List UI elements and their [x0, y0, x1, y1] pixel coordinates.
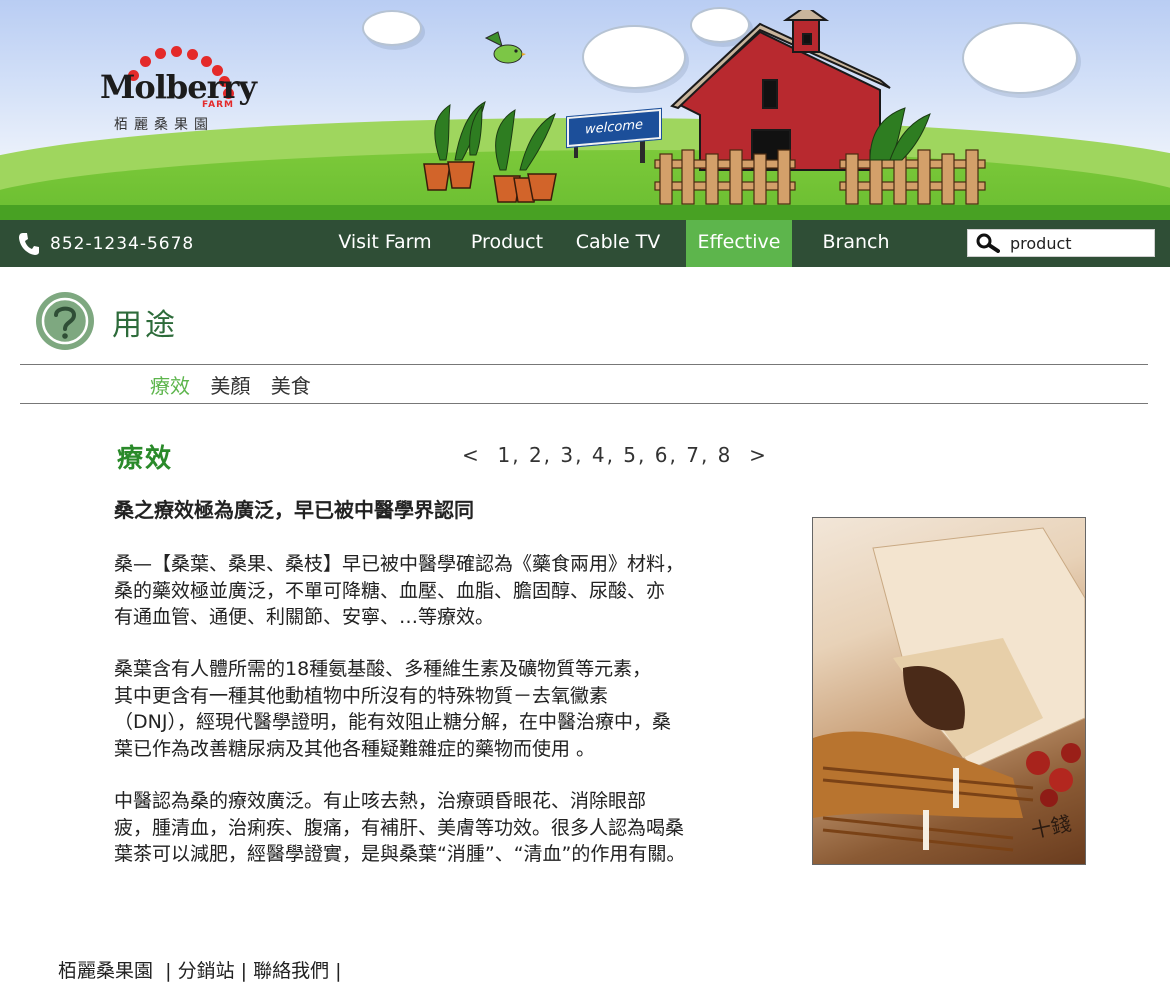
- herbal-medicine-photo: 十錢: [812, 517, 1086, 865]
- paragraph-line: 其中更含有一種其他動植物中所沒有的特殊物質－去氧黴素: [114, 684, 609, 707]
- search-box[interactable]: [967, 229, 1155, 257]
- footer-separator: |: [240, 960, 248, 982]
- footer-link-branch[interactable]: 分銷站: [178, 960, 235, 982]
- paragraph: 中醫認為桑的療效廣泛。有止咳去熱，治療頭昏眼花、消除眼部 疲，腫清血，治痢疾、腹…: [114, 788, 764, 868]
- subtab-food[interactable]: 美食: [271, 374, 311, 398]
- footer-link-home[interactable]: 栢麗桑果園: [58, 960, 153, 982]
- nav-effective[interactable]: Effective: [686, 220, 792, 267]
- potted-plants: [434, 101, 556, 171]
- pager-next[interactable]: >: [749, 443, 768, 467]
- header-banner: Molberry FARM 栢麗桑果園 welcome: [0, 0, 1170, 220]
- divider-bottom: [20, 403, 1148, 404]
- content-heading: 療效: [117, 444, 174, 474]
- paragraph: 桑葉含有人體所需的18種氨基酸、多種維生素及礦物質等元素， 其中更含有一種其他動…: [114, 656, 764, 762]
- pager-page-6[interactable]: 6: [655, 443, 670, 467]
- question-icon: [36, 292, 94, 350]
- logo-subtitle: FARM: [202, 100, 234, 110]
- paragraph: 桑—【桑葉、桑果、桑枝】早已被中醫學確認為《藥食兩用》材料， 桑的藥效極並廣泛，…: [114, 551, 764, 631]
- paragraph-line: 葉茶可以減肥，經醫學證實，是與桑葉“消腫”、“清血”的作用有關。: [114, 843, 686, 865]
- phone-icon: [19, 232, 39, 255]
- pagination: < 1, 2, 3, 4, 5, 6, 7, 8 >: [462, 443, 768, 467]
- pager-page-2[interactable]: 2: [529, 443, 544, 467]
- brand-logo[interactable]: Molberry FARM 栢麗桑果園: [98, 42, 258, 142]
- subtab-therapy[interactable]: 療效: [150, 374, 190, 398]
- lead-text: 桑之療效極為廣泛，早已被中醫學界認同: [114, 498, 474, 522]
- barn: [670, 10, 891, 171]
- divider-top: [20, 364, 1148, 365]
- page-title: 用途: [112, 308, 178, 343]
- pager-page-7[interactable]: 7: [686, 443, 701, 467]
- pager-page-4[interactable]: 4: [592, 443, 607, 467]
- footer-separator: |: [165, 960, 172, 982]
- nav-product[interactable]: Product: [456, 220, 558, 267]
- paragraph-line: 桑葉含有人體所需的18種氨基酸、多種維生素及礦物質等元素，: [114, 658, 652, 680]
- photo-caption: 十錢: [1029, 811, 1073, 843]
- nav-branch[interactable]: Branch: [808, 220, 904, 267]
- subtab-beauty[interactable]: 美顏: [210, 374, 250, 398]
- phone-number: 852-1234-5678: [50, 233, 195, 254]
- pager-prev[interactable]: <: [462, 443, 481, 467]
- pager-page-1[interactable]: 1: [497, 443, 512, 467]
- pager-page-8[interactable]: 8: [718, 443, 733, 467]
- nav-cable-tv[interactable]: Cable TV: [564, 220, 672, 267]
- subtabs: 療效 美顏 美食: [150, 370, 325, 399]
- farm-scenery: [423, 10, 986, 205]
- nav-visit-farm[interactable]: Visit Farm: [320, 220, 450, 267]
- paragraph-line: 有通血管、通便、利關節、安寧、…等療效。: [114, 606, 495, 628]
- paragraph-line: 葉已作為改善糖尿病及其他各種疑難雜症的藥物而使用 。: [114, 737, 596, 760]
- paragraph-line: 桑—【桑葉、桑果、桑枝】早已被中醫學確認為《藥食兩用》材料，: [114, 553, 685, 575]
- search-icon[interactable]: [976, 233, 1000, 253]
- pager-page-5[interactable]: 5: [623, 443, 638, 467]
- paragraph-line: 中醫認為桑的療效廣泛。有止咳去熱，治療頭昏眼花、消除眼部: [114, 790, 647, 812]
- logo-chinese-name: 栢麗桑果園: [114, 117, 214, 133]
- footer-link-contact[interactable]: 聯絡我們: [253, 960, 329, 982]
- herbal-illustration: 十錢: [813, 527, 1085, 852]
- phone-contact[interactable]: 852-1234-5678: [18, 220, 194, 267]
- paragraph-line: 桑的藥效極並廣泛，不單可降糖、血壓、血脂、膽固醇、尿酸、亦: [114, 579, 666, 602]
- paragraph-line: （DNJ），經現代醫學證明，能有效阻止糖分解，在中醫治療中，桑: [114, 711, 671, 733]
- footer-separator: |: [335, 960, 342, 982]
- search-input[interactable]: [1010, 233, 1150, 253]
- pager-page-3[interactable]: 3: [560, 443, 575, 467]
- footer-links: 栢麗桑果園 | 分銷站 | 聯絡我們 |: [58, 956, 342, 983]
- flower-pots: [423, 161, 557, 203]
- paragraph-line: 疲，腫清血，治痢疾、腹痛，有補肝、美膚等功效。很多人認為喝桑: [114, 816, 685, 839]
